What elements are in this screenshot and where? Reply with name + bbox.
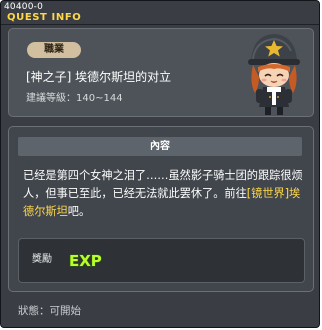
status-value: 可開始 bbox=[49, 305, 82, 317]
recommended-level: 建議等級：140~144 bbox=[26, 92, 123, 106]
title-divider bbox=[1, 24, 319, 25]
quest-status: 狀態：可開始 bbox=[18, 304, 81, 318]
quest-header-panel: 職業 [神之子] 埃德尔斯坦的对立 建議等級：140~144 bbox=[8, 28, 314, 117]
recommended-level-label: 建議等級： bbox=[26, 93, 76, 104]
job-badge: 職業 bbox=[27, 42, 81, 58]
reward-label: 獎勵 bbox=[32, 254, 52, 265]
npc-portrait-icon bbox=[248, 34, 300, 115]
content-section-header: 內容 bbox=[18, 137, 302, 156]
reward-box: 獎勵 EXP bbox=[18, 238, 305, 283]
exp-icon-text: EXP bbox=[69, 252, 102, 270]
description-text-end: 吧。 bbox=[67, 205, 91, 218]
title-bar[interactable]: 40400-0 QUEST INFO bbox=[1, 1, 319, 25]
exp-icon: EXP bbox=[68, 251, 102, 270]
quest-info-window: 40400-0 QUEST INFO 職業 [神之子] 埃德尔斯坦的对立 建議等… bbox=[0, 0, 320, 328]
status-label: 狀態： bbox=[18, 305, 50, 317]
quest-content-panel: 內容 已经是第四个女神之泪了……虽然影子骑士团的跟踪很烦人，但事已至此，已经无法… bbox=[8, 126, 314, 292]
quest-name: [神之子] 埃德尔斯坦的对立 bbox=[26, 70, 172, 84]
recommended-level-value: 140~144 bbox=[76, 93, 123, 104]
quest-id: 40400-0 bbox=[4, 2, 44, 12]
quest-description: 已经是第四个女神之泪了……虽然影子骑士团的跟踪很烦人，但事已至此，已经无法就此罢… bbox=[23, 167, 305, 221]
window-title: QUEST INFO bbox=[7, 12, 82, 23]
